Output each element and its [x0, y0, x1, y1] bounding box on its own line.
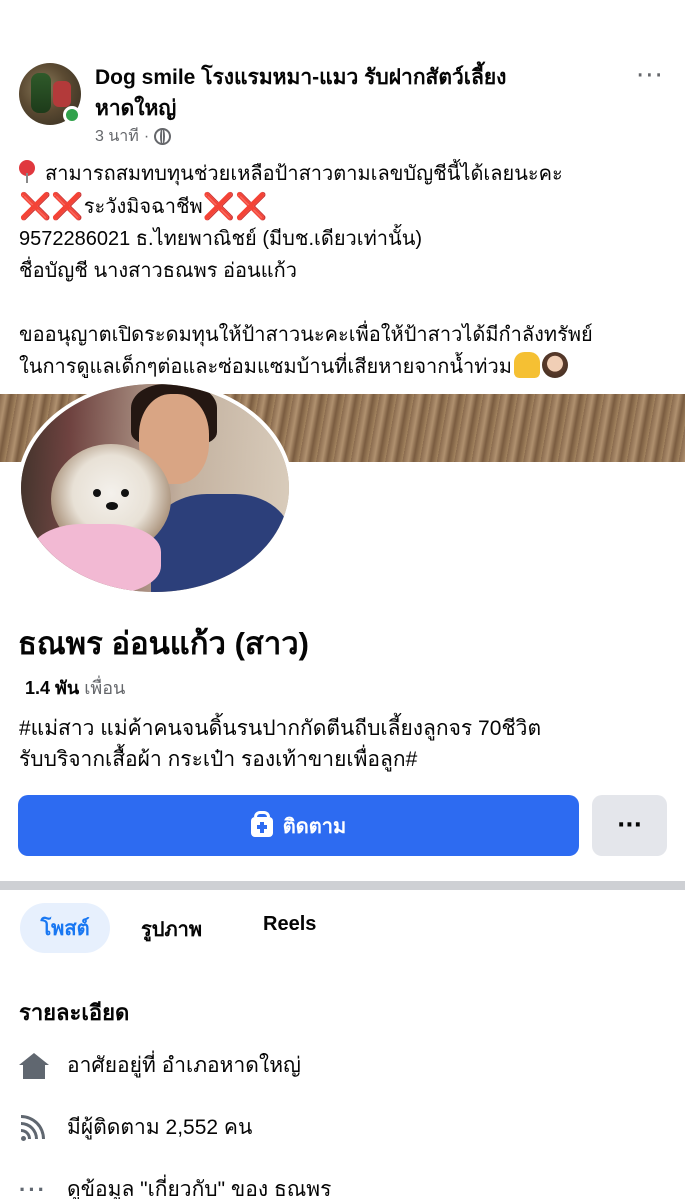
- tab-reels[interactable]: Reels: [263, 913, 316, 936]
- friends-count[interactable]: 1.4 พัน เพื่อน: [25, 674, 125, 702]
- cross-mark-icon: ❌❌: [202, 191, 268, 221]
- woman-bowing-icon: [541, 352, 568, 378]
- detail-about[interactable]: ··· ดูข้อมูล "เกี่ยวกับ" ของ ธณพร: [19, 1173, 331, 1199]
- post-line: ❌❌ระวังมิจฉาชีพ❌❌: [19, 191, 268, 221]
- rss-feed-icon: [19, 1113, 49, 1143]
- profile-bio: #แม่สาว แม่ค้าคนจนดิ้นรนปากกัดตีนถีบเลี้…: [19, 717, 542, 771]
- meta-separator: ·: [143, 127, 150, 145]
- post-time[interactable]: 3 นาที: [95, 124, 139, 149]
- pin-icon: [19, 160, 35, 183]
- friends-label: เพื่อน: [84, 678, 126, 698]
- detail-followers[interactable]: มีผู้ติดตาม 2,552 คน: [19, 1111, 252, 1144]
- tab-posts[interactable]: โพสต์: [20, 903, 110, 953]
- praying-hands-icon: [513, 352, 540, 378]
- post-line: ในการดูแลเด็กๆต่อและซ่อมแซมบ้านที่เสียหา…: [19, 351, 669, 383]
- follow-icon: [250, 810, 273, 837]
- follow-label: ติดตาม: [282, 815, 347, 838]
- tab-photos[interactable]: รูปภาพ: [141, 913, 202, 945]
- follow-button[interactable]: ติดตาม: [18, 795, 579, 856]
- post-text: สามารถสมทบทุนช่วยเหลือป้าสาวตามเลขบัญชีน…: [19, 158, 669, 383]
- post-line: 9572286021 ธ.ไทยพาณิชย์ (มีบช.เดียวเท่าน…: [19, 228, 423, 250]
- friends-number: 1.4 พัน: [25, 678, 80, 698]
- page-name[interactable]: Dog smile โรงแรมหมา-แมว รับฝากสัตว์เลี้ย…: [95, 62, 575, 124]
- more-dots-icon: ···: [19, 1176, 47, 1199]
- post-header: Dog smile โรงแรมหมา-แมว รับฝากสัตว์เลี้ย…: [0, 0, 685, 150]
- globe-icon: [154, 128, 172, 145]
- home-icon: [19, 1052, 49, 1079]
- post-meta: 3 นาที ·: [95, 124, 172, 149]
- post-more-icon[interactable]: ···: [636, 63, 664, 89]
- post-line: ขออนุญาตเปิดระดมทุนให้ป้าสาวนะคะเพื่อให้…: [19, 324, 593, 346]
- detail-lives-in: อาศัยอยู่ที่ อำเภอหาดใหญ่: [19, 1049, 301, 1082]
- profile-photo[interactable]: [17, 380, 293, 596]
- section-divider: [0, 881, 685, 890]
- details-title: รายละเอียด: [19, 1000, 130, 1025]
- online-status-dot: [63, 106, 81, 124]
- post-line: สามารถสมทบทุนช่วยเหลือป้าสาวตามเลขบัญชีน…: [19, 158, 669, 190]
- profile-name: ธณพร อ่อนแก้ว (สาว): [18, 626, 309, 661]
- post-line: ชื่อบัญชี นางสาวธณพร อ่อนแก้ว: [19, 260, 297, 282]
- profile-more-button[interactable]: ···: [592, 795, 667, 856]
- cross-mark-icon: ❌❌: [19, 191, 84, 221]
